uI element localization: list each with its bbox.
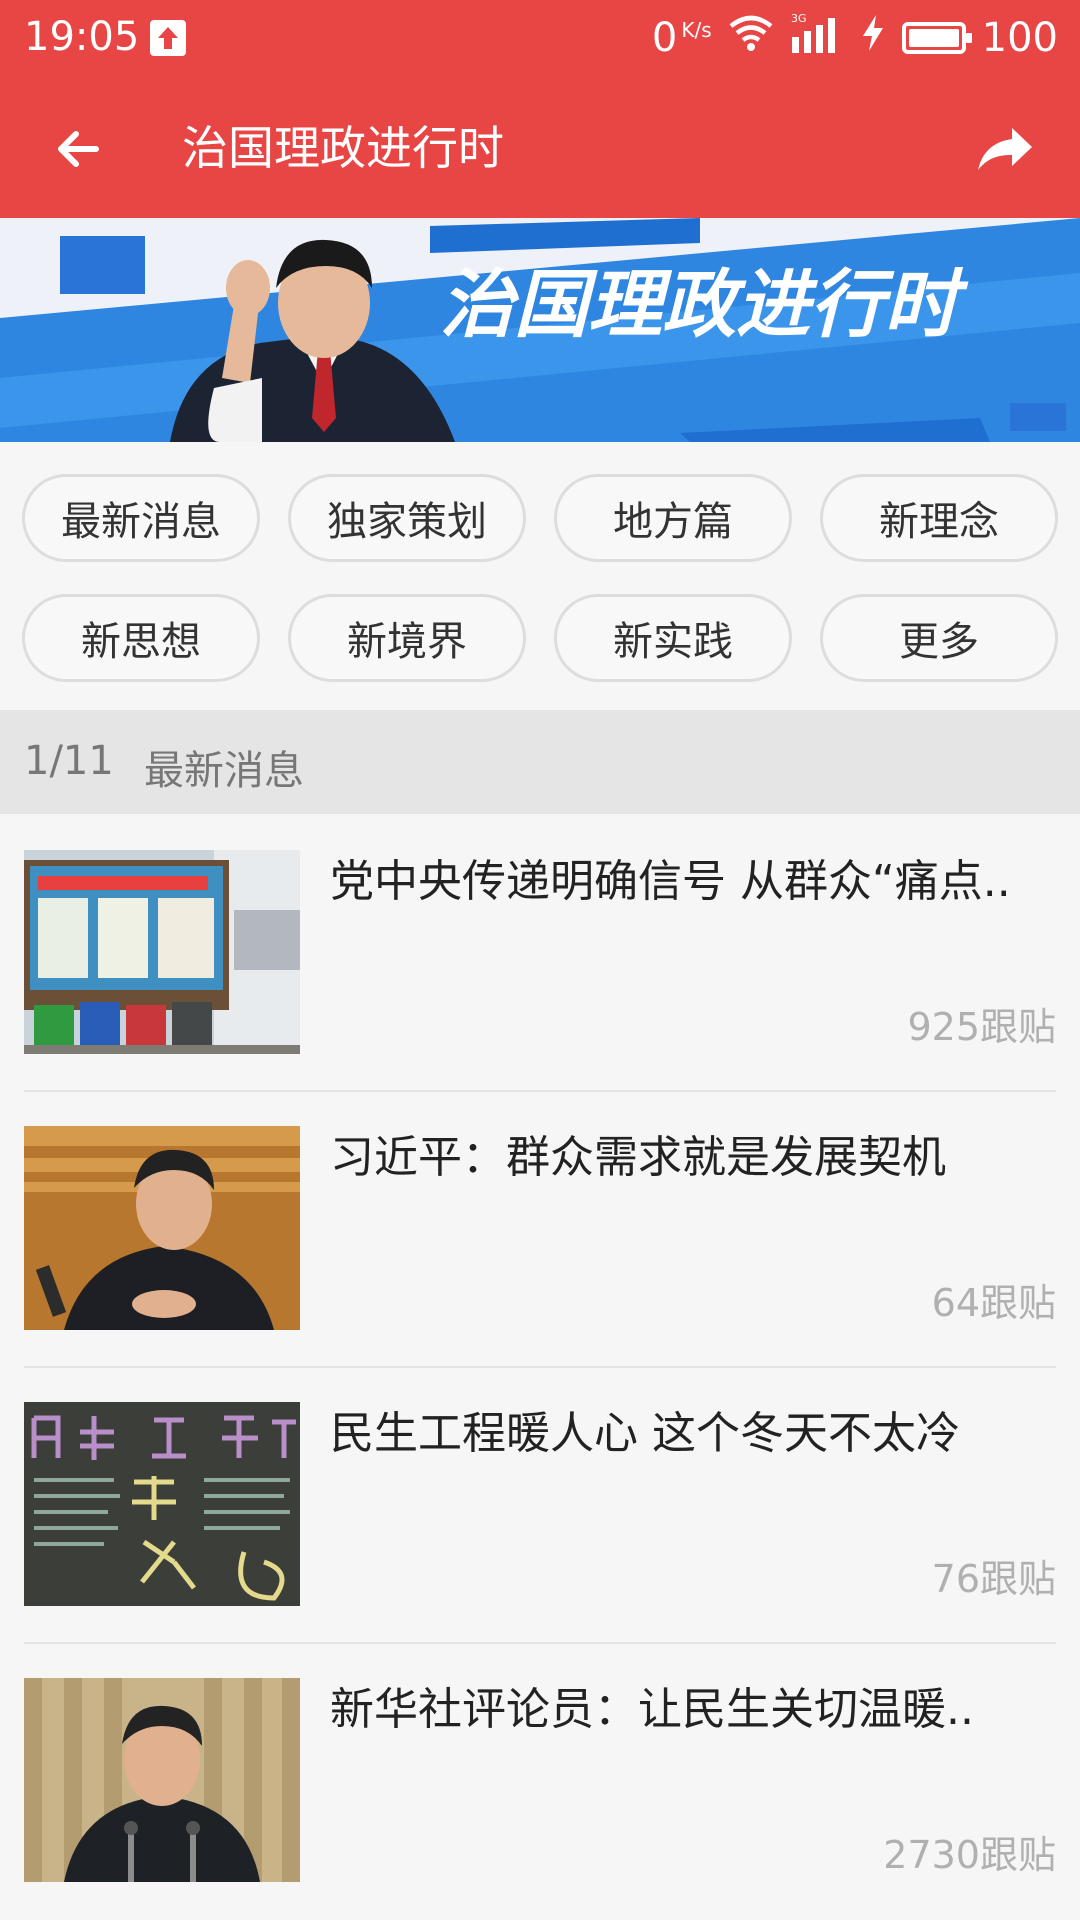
category-chip[interactable]: 新实践	[554, 594, 792, 682]
category-chip[interactable]: 最新消息	[22, 474, 260, 562]
app-header: 19:05 0 K/s 3G 100 治国理政进行时	[0, 0, 1080, 218]
network-type-label: 3G	[791, 12, 807, 25]
network-speed: 0 K/s	[652, 18, 712, 58]
battery-level: 100	[981, 15, 1058, 61]
news-list-item[interactable]: 民生工程暖人心 这个冬天不太冷 76跟贴	[24, 1366, 1056, 1642]
news-comment-count: 925跟贴	[907, 1005, 1056, 1049]
upload-notification-icon	[150, 20, 186, 56]
battery-icon	[901, 22, 972, 54]
news-headline: 党中央传递明确信号 从群众“痛点..	[330, 856, 1011, 907]
news-headline: 民生工程暖人心 这个冬天不太冷	[330, 1408, 960, 1459]
section-title: 最新消息	[144, 748, 304, 794]
news-comment-count: 76跟贴	[931, 1557, 1056, 1601]
back-arrow-icon	[58, 131, 99, 167]
status-indicators: 0 K/s 3G 100	[652, 11, 1058, 65]
news-headline: 习近平：群众需求就是发展契机	[330, 1132, 946, 1183]
charging-icon	[860, 13, 886, 63]
category-more-chip[interactable]: 更多	[820, 594, 1058, 682]
topic-banner[interactable]: 治国理政进行时	[0, 218, 1080, 442]
category-chip[interactable]: 地方篇	[554, 474, 792, 562]
status-time: 19:05	[24, 14, 140, 60]
wifi-icon	[728, 13, 774, 63]
network-speed-unit: K/s	[681, 18, 712, 42]
news-list-item[interactable]: 习近平：群众需求就是发展契机 64跟贴	[24, 1090, 1056, 1366]
section-header: 1/11 最新消息	[0, 710, 1080, 814]
news-thumbnail	[24, 850, 300, 1054]
category-chip[interactable]: 新境界	[288, 594, 526, 682]
share-button[interactable]	[972, 116, 1038, 182]
news-comment-count: 2730跟贴	[883, 1833, 1056, 1877]
category-grid: 最新消息 独家策划 地方篇 新理念 新思想 新境界 新实践 更多	[0, 442, 1080, 710]
news-list-item[interactable]: 党中央传递明确信号 从群众“痛点.. 925跟贴	[24, 814, 1056, 1090]
news-comment-count: 64跟贴	[931, 1281, 1056, 1325]
news-thumbnail	[24, 1678, 300, 1882]
status-bar: 19:05 0 K/s 3G 100	[0, 0, 1080, 76]
news-thumbnail	[24, 1126, 300, 1330]
network-speed-value: 0	[651, 15, 678, 61]
news-thumbnail	[24, 1402, 300, 1606]
banner-image: 治国理政进行时	[0, 218, 1080, 442]
nav-bar: 治国理政进行时	[0, 76, 1080, 218]
news-list-item[interactable]: 新华社评论员：让民生关切温暖.. 2730跟贴	[24, 1642, 1056, 1918]
banner-title: 治国理政进行时	[440, 262, 969, 348]
news-headline: 新华社评论员：让民生关切温暖..	[330, 1684, 974, 1735]
share-arrow-icon	[978, 128, 1032, 170]
category-chip[interactable]: 独家策划	[288, 474, 526, 562]
signal-3g-icon: 3G	[790, 11, 844, 65]
page-title: 治国理政进行时	[182, 121, 504, 175]
back-button[interactable]	[48, 114, 118, 184]
category-chip[interactable]: 新理念	[820, 474, 1058, 562]
section-page-count: 1/11	[24, 738, 114, 784]
category-chip[interactable]: 新思想	[22, 594, 260, 682]
